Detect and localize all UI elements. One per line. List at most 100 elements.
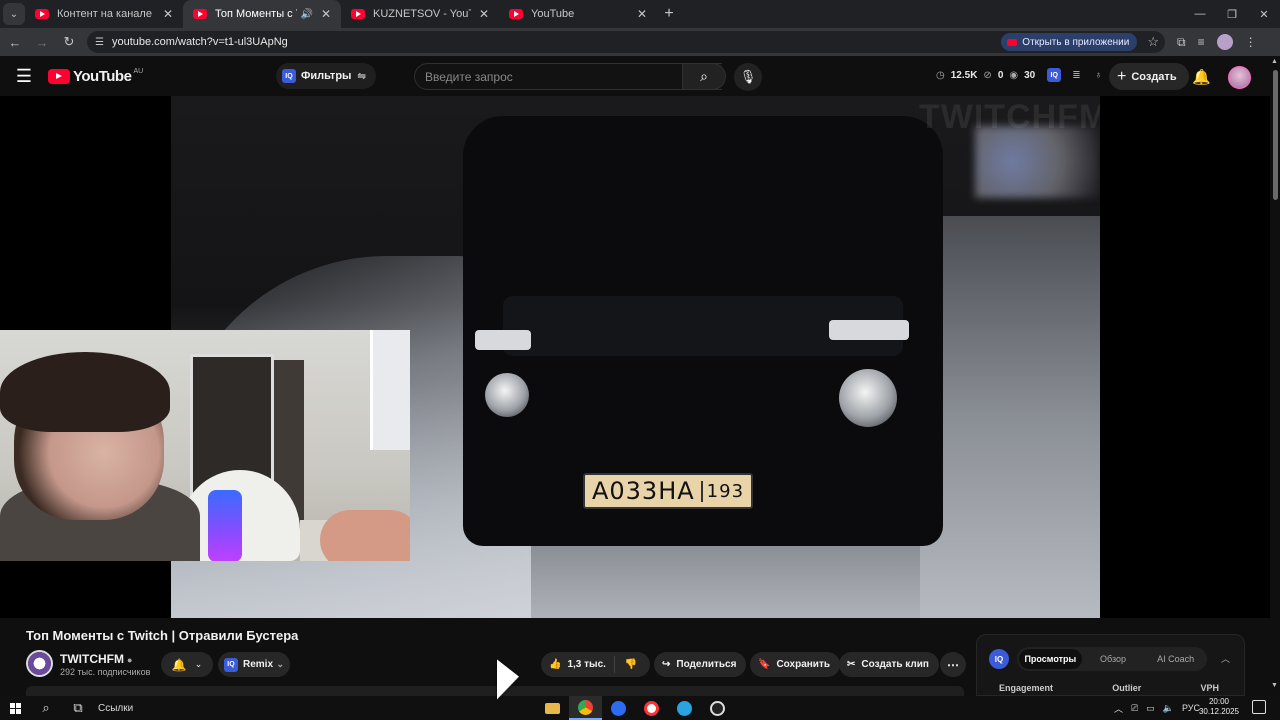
- create-label: Создать: [1131, 70, 1177, 83]
- youtube-logo[interactable]: YouTube AU: [48, 68, 143, 85]
- tab-close-icon[interactable]: ✕: [161, 7, 175, 21]
- headlight: [485, 373, 529, 417]
- chevron-up-icon[interactable]: ︿: [1221, 652, 1230, 665]
- subscription-bell-button[interactable]: 🔔 ⌄: [161, 652, 213, 677]
- column-vph: VPH: [1200, 683, 1219, 693]
- create-button[interactable]: + Создать: [1109, 63, 1189, 90]
- tab-search-button[interactable]: ⌄: [3, 3, 25, 25]
- open-in-app-label: Открыть в приложении: [1022, 36, 1130, 48]
- search-icon: ⌕: [700, 68, 708, 84]
- scroll-down-icon[interactable]: ▼: [1271, 682, 1278, 689]
- search-button[interactable]: ⌕: [682, 63, 726, 90]
- scrollbar-thumb[interactable]: [1273, 70, 1278, 200]
- browser-tab[interactable]: Контент на канале - YouTube Studio ✕: [25, 0, 183, 28]
- reading-list-icon[interactable]: ≡: [1198, 35, 1205, 49]
- file-explorer-icon[interactable]: [536, 696, 569, 720]
- close-window-icon[interactable]: ✕: [1248, 8, 1280, 21]
- remix-button[interactable]: IQ Remix ⌄: [218, 652, 290, 677]
- chevron-down-icon: ⌄: [194, 659, 203, 669]
- snow-road: [920, 216, 1100, 618]
- sliders-icon: ⇋: [357, 70, 366, 82]
- tab-close-icon[interactable]: ✕: [635, 7, 649, 21]
- chevron-up-icon[interactable]: ︿: [1114, 702, 1123, 715]
- video-title: Топ Моменты с Twitch | Отравили Бустера: [26, 628, 299, 643]
- thumbs-up-icon: 👍: [549, 659, 562, 670]
- minimize-icon[interactable]: —: [1184, 8, 1216, 21]
- filters-button[interactable]: IQ Фильтры ⇋: [276, 63, 376, 89]
- notification-center-icon[interactable]: [1252, 700, 1266, 714]
- account-avatar[interactable]: [1228, 66, 1251, 89]
- task-view-icon[interactable]: ⧉: [62, 700, 94, 716]
- yandex-browser-icon[interactable]: [635, 696, 668, 720]
- save-button[interactable]: 🔖 Сохранить: [750, 652, 840, 677]
- open-in-app-button[interactable]: Открыть в приложении: [1001, 33, 1138, 51]
- streamer-hair: [0, 352, 170, 432]
- clock[interactable]: 20:00 30.12.2025: [1198, 697, 1240, 717]
- voice-search-button[interactable]: 🎙: [734, 63, 762, 91]
- stat-b: 30: [1024, 69, 1036, 81]
- site-info-icon[interactable]: ☰: [95, 37, 104, 48]
- video-player[interactable]: A033HA 193 TWITCHFM: [0, 96, 1270, 618]
- channel-watermark: TWITCHFM: [919, 98, 1100, 136]
- obs-icon[interactable]: [701, 696, 734, 720]
- reload-icon[interactable]: ↻: [57, 34, 81, 50]
- forward-arrow-icon[interactable]: →: [30, 35, 54, 50]
- tab-views[interactable]: Просмотры: [1019, 649, 1082, 669]
- tab-ai-coach[interactable]: AI Coach: [1144, 654, 1207, 664]
- back-arrow-icon[interactable]: ←: [3, 35, 27, 50]
- url-text[interactable]: youtube.com/watch?v=t1-ul3UApNg: [112, 36, 1001, 48]
- channel-name-row[interactable]: TWITCHFM ●: [60, 652, 132, 666]
- like-button[interactable]: 👍 1,3 тыс.: [541, 656, 615, 673]
- start-button[interactable]: [0, 702, 30, 714]
- clock-icon: ◷: [936, 69, 945, 81]
- speaker-icon[interactable]: 🔊: [301, 9, 313, 20]
- clip-label: Создать клип: [861, 659, 929, 670]
- list-icon[interactable]: ≣: [1072, 70, 1080, 81]
- notifications-bell-icon[interactable]: 🔔: [1192, 68, 1211, 86]
- browser-tab[interactable]: KUZNETSOV - YouTube ✕: [341, 0, 499, 28]
- dislike-button[interactable]: 👎: [615, 659, 637, 670]
- clock-time: 20:00: [1208, 697, 1230, 706]
- page-scrollbar[interactable]: ▲ ▼: [1270, 56, 1280, 696]
- scroll-up-icon[interactable]: ▲: [1271, 58, 1278, 65]
- tab-title: KUZNETSOV - YouTube: [373, 8, 471, 20]
- tab-title: YouTube: [531, 8, 575, 20]
- device-icon[interactable]: ⎚: [1131, 703, 1138, 714]
- search-input[interactable]: Введите запрос: [414, 63, 722, 90]
- channel-avatar[interactable]: [26, 650, 53, 677]
- new-tab-button[interactable]: +: [657, 5, 681, 23]
- links-toolbar[interactable]: Ссылки: [98, 703, 133, 714]
- description-box[interactable]: [26, 686, 964, 696]
- bookmark-star-icon[interactable]: ☆: [1147, 34, 1159, 50]
- clip-button[interactable]: ✂ Создать клип: [839, 652, 939, 677]
- network-icon[interactable]: ▭: [1146, 703, 1155, 714]
- share-button[interactable]: ↪ Поделиться: [654, 652, 747, 677]
- tab-close-icon[interactable]: ✕: [319, 7, 333, 21]
- browser-tab-active[interactable]: Топ Моменты с Twitch | Отравили Бустера …: [183, 0, 341, 28]
- extensions-icon[interactable]: ⧉: [1177, 35, 1186, 50]
- eye-icon: ◉: [1009, 69, 1019, 81]
- browser-menu-icon[interactable]: ⋮: [1245, 35, 1257, 49]
- omnibox[interactable]: ☰ youtube.com/watch?v=t1-ul3UApNg Открыт…: [87, 31, 1165, 53]
- more-actions-button[interactable]: ⋯: [940, 652, 966, 677]
- tab-overview[interactable]: Обзор: [1082, 654, 1145, 664]
- microphone-icon: 🎙: [739, 69, 757, 84]
- chrome-icon[interactable]: [569, 696, 602, 720]
- profile-avatar[interactable]: [1216, 34, 1233, 50]
- address-bar-row: ← → ↻ ☰ youtube.com/watch?v=t1-ul3UApNg …: [0, 28, 1280, 56]
- car: A033HA 193: [463, 116, 943, 546]
- checkmark-app-icon[interactable]: [602, 696, 635, 720]
- channel-name[interactable]: TWITCHFM: [60, 652, 124, 666]
- taskbar-apps: [536, 696, 734, 720]
- hamburger-menu-icon[interactable]: ☰: [0, 66, 48, 87]
- trophy-icon[interactable]: ♁: [1095, 70, 1103, 81]
- toolbar-right: ⧉ ≡ ⋮: [1177, 34, 1257, 50]
- iq-extension-icon[interactable]: IQ: [1047, 68, 1062, 82]
- search-icon[interactable]: ⌕: [30, 700, 62, 716]
- telegram-icon[interactable]: [668, 696, 701, 720]
- browser-tab[interactable]: YouTube ✕: [499, 0, 657, 28]
- volume-icon[interactable]: 🔈: [1163, 703, 1174, 714]
- tab-close-icon[interactable]: ✕: [477, 7, 491, 21]
- restore-icon[interactable]: ❐: [1216, 8, 1248, 21]
- iq-extension-icon: IQ: [989, 649, 1009, 669]
